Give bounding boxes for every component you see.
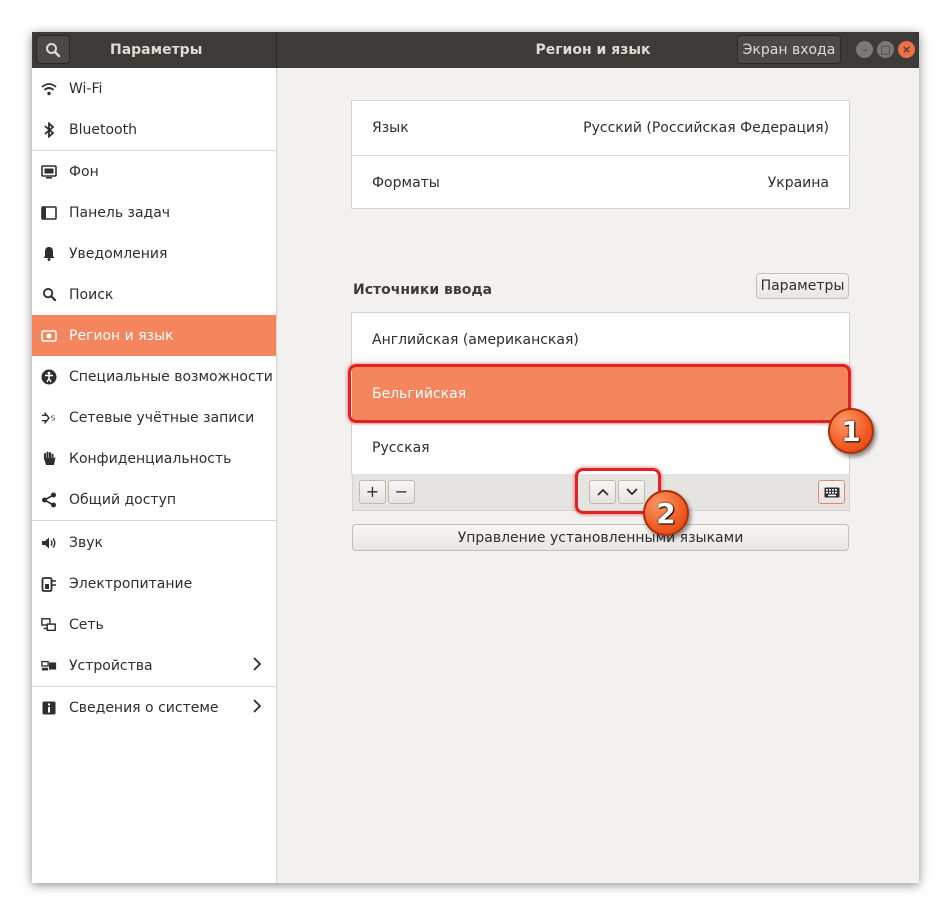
chevron-right-icon [253, 699, 262, 717]
sidebar-item-background[interactable]: Фон [32, 151, 276, 192]
close-icon: × [901, 43, 912, 56]
input-source-label: Английская (американская) [372, 332, 579, 348]
sidebar: Wi-Fi Bluetooth Фон Панель задач Уведомл… [32, 68, 277, 883]
bluetooth-icon [41, 121, 57, 138]
input-source-label: Русская [372, 440, 430, 456]
accessibility-icon [41, 369, 57, 385]
dock-icon [41, 205, 57, 221]
annotation-badge-1: 1 [828, 408, 874, 454]
sidebar-item-dock[interactable]: Панель задач [32, 192, 276, 233]
maximize-button[interactable]: □ [877, 41, 894, 58]
sidebar-item-label: Wi-Fi [69, 80, 103, 97]
manage-languages-button[interactable]: Управление установленными языками [352, 524, 849, 551]
sidebar-item-label: Электропитание [69, 575, 193, 592]
bell-icon [41, 246, 57, 262]
header-left: Параметры [32, 32, 277, 68]
header-bar: Параметры Регион и язык Экран входа – □ … [32, 32, 919, 68]
sidebar-item-accessibility[interactable]: Специальные возможности [32, 356, 276, 397]
settings-window: Параметры Регион и язык Экран входа – □ … [32, 32, 919, 883]
sidebar-item-notifications[interactable]: Уведомления [32, 233, 276, 274]
svg-text:S: S [51, 413, 56, 422]
minimize-button[interactable]: – [856, 41, 873, 58]
sidebar-item-label: Регион и язык [69, 327, 174, 344]
highlight-selected-source [348, 364, 851, 423]
sidebar-item-label: Сеть [69, 616, 104, 633]
search-icon [41, 287, 57, 303]
power-icon [41, 576, 57, 592]
keyboard-icon [824, 487, 839, 497]
input-source-item[interactable]: Английская (американская) [352, 313, 849, 367]
online-accounts-icon: S [41, 410, 57, 426]
keyboard-layout-button[interactable] [818, 480, 845, 504]
formats-row[interactable]: Форматы Украина [352, 156, 849, 210]
info-icon [41, 700, 57, 716]
sidebar-item-online-accounts[interactable]: S Сетевые учётные записи [32, 397, 276, 438]
background-icon [41, 164, 57, 180]
wifi-icon [41, 81, 57, 97]
login-screen-button[interactable]: Экран входа [737, 35, 841, 64]
region-icon [41, 328, 57, 344]
annotation-badge-2: 2 [643, 490, 689, 536]
sidebar-item-network[interactable]: Сеть [32, 604, 276, 645]
maximize-icon: □ [880, 43, 891, 56]
input-source-item[interactable]: Русская [352, 421, 849, 475]
app-title: Параметры [110, 42, 203, 58]
sidebar-item-sound[interactable]: Звук [32, 522, 276, 563]
sidebar-item-label: Звук [69, 534, 103, 551]
sidebar-item-label: Поиск [69, 286, 114, 303]
sidebar-item-label: Конфиденциальность [69, 450, 232, 467]
sidebar-item-region-language[interactable]: Регион и язык [32, 315, 276, 356]
sidebar-item-label: Уведомления [69, 245, 168, 262]
sidebar-item-details[interactable]: Сведения о системе [32, 687, 276, 728]
sidebar-item-label: Общий доступ [69, 491, 177, 508]
sidebar-item-bluetooth[interactable]: Bluetooth [32, 109, 276, 150]
minimize-icon: – [861, 43, 868, 56]
formats-value: Украина [767, 175, 829, 191]
sidebar-item-label: Панель задач [69, 204, 171, 221]
input-sources-title: Источники ввода [353, 282, 493, 298]
chevron-right-icon [253, 657, 262, 675]
sidebar-item-privacy[interactable]: Конфиденциальность [32, 438, 276, 479]
plus-icon: + [365, 482, 380, 501]
sidebar-item-sharing[interactable]: Общий доступ [32, 479, 276, 520]
sidebar-item-search[interactable]: Поиск [32, 274, 276, 315]
search-button[interactable] [36, 35, 70, 64]
input-sources-options-button[interactable]: Параметры [756, 273, 849, 299]
sidebar-item-power[interactable]: Электропитание [32, 563, 276, 604]
share-icon [41, 492, 57, 508]
formats-label: Форматы [372, 175, 440, 191]
language-formats-card: Язык Русский (Российская Федерация) Форм… [351, 100, 850, 209]
sidebar-item-devices[interactable]: Устройства [32, 645, 276, 686]
main-content: Язык Русский (Российская Федерация) Форм… [278, 68, 919, 883]
close-button[interactable]: × [898, 41, 915, 58]
minus-icon: − [394, 482, 409, 501]
remove-input-source-button[interactable]: − [388, 480, 415, 504]
devices-icon [41, 658, 57, 674]
language-row[interactable]: Язык Русский (Российская Федерация) [352, 101, 849, 155]
language-label: Язык [372, 120, 409, 136]
sidebar-item-wifi[interactable]: Wi-Fi [32, 68, 276, 109]
sidebar-item-label: Устройства [69, 657, 153, 674]
speaker-icon [41, 535, 57, 551]
sidebar-divider [32, 520, 276, 521]
network-icon [41, 617, 57, 633]
sidebar-item-label: Сведения о системе [69, 699, 219, 716]
sidebar-item-label: Сетевые учётные записи [69, 409, 255, 426]
sidebar-item-label: Фон [69, 163, 99, 180]
search-icon [46, 42, 61, 57]
language-value: Русский (Российская Федерация) [583, 120, 829, 136]
privacy-hand-icon [41, 451, 57, 467]
add-input-source-button[interactable]: + [359, 480, 386, 504]
sidebar-item-label: Bluetooth [69, 121, 137, 138]
sidebar-item-label: Специальные возможности [69, 368, 273, 385]
